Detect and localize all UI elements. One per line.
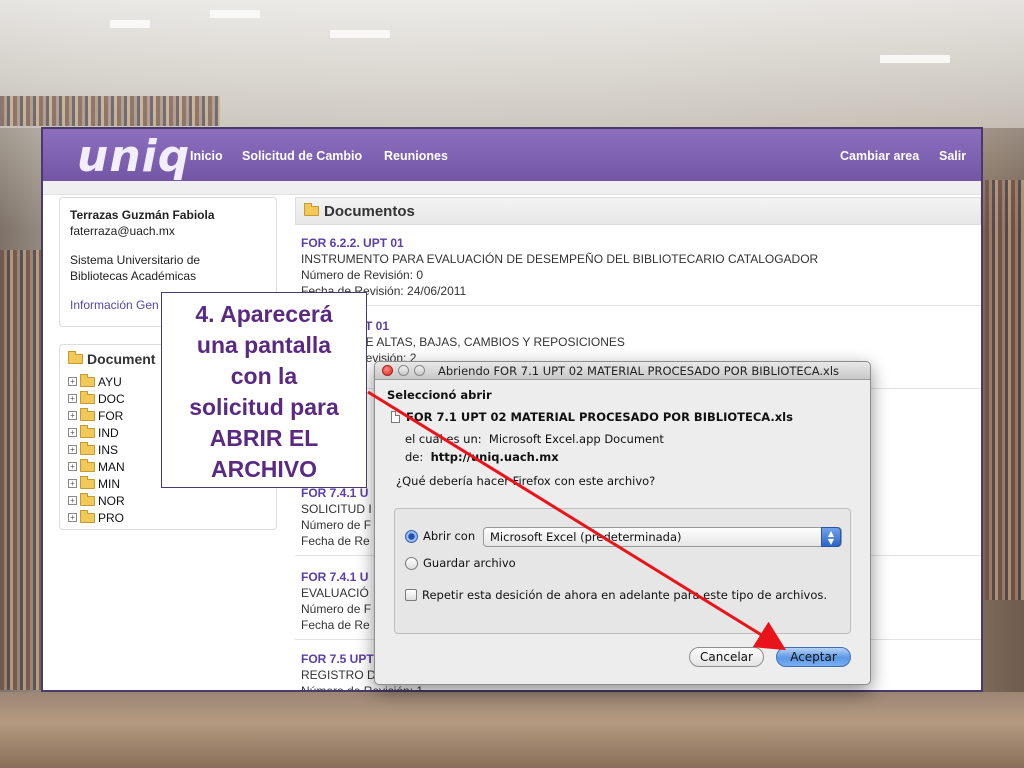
user-organization: Sistema Universitario de Bibliotecas Aca… [70, 252, 266, 284]
user-email: faterraza@uach.mx [70, 224, 175, 238]
folder-icon [80, 407, 95, 421]
folder-icon [80, 509, 95, 523]
action-options: Abrir con Microsoft Excel (predeterminad… [394, 508, 851, 634]
save-file-option[interactable]: Guardar archivo [405, 556, 516, 570]
document-code[interactable]: FOR 6.2.2. UPT 01 [301, 235, 981, 251]
tree-item-label: MIN [98, 476, 120, 491]
file-type-label: el cual es un: [405, 432, 482, 446]
user-name: Terrazas Guzmán Fabiola [70, 208, 215, 222]
expand-icon[interactable]: + [68, 411, 77, 420]
bookshelf [0, 250, 41, 690]
minimize-window-icon[interactable] [398, 365, 409, 376]
save-file-radio[interactable] [405, 556, 418, 570]
expand-icon[interactable]: + [68, 479, 77, 488]
tree-item-label: MAN [98, 459, 125, 474]
tree-item-label: IND [98, 425, 119, 440]
tree-title: Document [87, 351, 156, 367]
document-code[interactable]: PT 01 [301, 318, 981, 334]
expand-icon[interactable]: + [68, 462, 77, 471]
uniq-logo[interactable]: uniq [77, 131, 190, 182]
expand-icon[interactable]: + [68, 513, 77, 522]
accept-button[interactable]: Aceptar [776, 647, 851, 667]
folder-icon [80, 373, 95, 387]
file-icon [391, 411, 400, 423]
tree-item-label: INS [98, 442, 119, 457]
file-row: FOR 7.1 UPT 02 MATERIAL PROCESADO POR BI… [387, 410, 858, 424]
dialog-title: Abriendo FOR 7.1 UPT 02 MATERIAL PROCESA… [438, 363, 840, 378]
folder-search-icon [68, 351, 83, 364]
nav-inicio[interactable]: Inicio [190, 149, 223, 163]
ceiling-light [330, 30, 390, 38]
folder-icon [80, 475, 95, 489]
sub-toolbar [43, 181, 981, 195]
nav-solicitud-de-cambio[interactable]: Solicitud de Cambio [242, 149, 362, 163]
folder-icon [80, 441, 95, 455]
repeat-checkbox[interactable] [405, 589, 417, 601]
application-select[interactable]: Microsoft Excel (predeterminada) ▲ ▼ [483, 527, 842, 547]
cancel-button[interactable]: Cancelar [689, 647, 764, 667]
tree-item-nor[interactable]: + NOR [68, 492, 268, 509]
bookshelf [985, 180, 1024, 600]
instruction-callout: 4. Aparecerá una pantalla con la solicit… [161, 292, 367, 488]
folder-icon [80, 492, 95, 506]
tree-item-label: NOR [98, 493, 125, 508]
save-file-label: Guardar archivo [423, 556, 516, 570]
open-file-dialog: Abriendo FOR 7.1 UPT 02 MATERIAL PROCESA… [374, 361, 871, 685]
ceiling-light [880, 55, 950, 63]
expand-icon[interactable]: + [68, 445, 77, 454]
background-floor [0, 692, 1024, 768]
expand-icon[interactable]: + [68, 428, 77, 437]
close-window-icon[interactable] [382, 365, 393, 376]
nav-reuniones[interactable]: Reuniones [384, 149, 448, 163]
top-navbar: uniq Inicio Solicitud de Cambio Reunione… [43, 129, 981, 182]
file-type-value: Microsoft Excel.app Document [488, 432, 664, 446]
divider [295, 305, 981, 306]
dialog-body: Seleccionó abrir FOR 7.1 UPT 02 MATERIAL… [375, 380, 870, 494]
folder-icon [80, 390, 95, 404]
document-name: INSTRUMENTO PARA EVALUACIÓN DE DESEMPEÑO… [301, 252, 819, 266]
ceiling-light [110, 20, 150, 28]
expand-icon[interactable]: + [68, 496, 77, 505]
dialog-question: ¿Qué debería hacer Firefox con este arch… [396, 474, 656, 488]
tree-item-label: AYU [98, 374, 122, 389]
document-item[interactable]: PT 01 DE ALTAS, BAJAS, CAMBIOS Y REPOSIC… [301, 318, 981, 366]
document-name: DE ALTAS, BAJAS, CAMBIOS Y REPOSICIONES [357, 335, 625, 349]
folder-icon [80, 424, 95, 438]
repeat-option[interactable]: Repetir esta desición de ahora en adelan… [405, 588, 827, 602]
tree-item-label: PRO [98, 510, 125, 525]
expand-icon[interactable]: + [68, 377, 77, 386]
ceiling-light [210, 10, 260, 18]
file-meta: el cual es un: Microsoft Excel.app Docum… [387, 430, 858, 466]
bookshelf [0, 96, 220, 126]
selected-open-label: Seleccionó abrir [387, 388, 492, 402]
open-with-option[interactable]: Abrir con [405, 529, 475, 543]
application-select-value: Microsoft Excel (predeterminada) [490, 530, 682, 544]
folder-icon [80, 458, 95, 472]
open-with-label: Abrir con [423, 529, 476, 543]
document-date: Fecha de Revisión: 24/06/2011 [301, 284, 467, 298]
repeat-label: Repetir esta desición de ahora en adelan… [422, 588, 828, 602]
nav-cambiar-area[interactable]: Cambiar area [840, 149, 919, 163]
document-revision: Número de Revisión: 0 [301, 268, 424, 282]
tree-item-pro[interactable]: + PRO [68, 509, 268, 526]
dialog-titlebar[interactable]: Abriendo FOR 7.1 UPT 02 MATERIAL PROCESA… [375, 362, 870, 380]
file-source-value: http://uniq.uach.mx [430, 450, 559, 464]
file-name: FOR 7.1 UPT 02 MATERIAL PROCESADO POR BI… [406, 410, 793, 424]
folder-icon [304, 203, 319, 216]
org-line: Sistema Universitario de [70, 253, 201, 267]
select-stepper-icon[interactable]: ▲ ▼ [821, 527, 841, 547]
expand-icon[interactable]: + [68, 394, 77, 403]
documents-header: Documentos [295, 197, 981, 225]
zoom-window-icon[interactable] [414, 365, 425, 376]
file-source-label: de: [405, 450, 424, 464]
nav-salir[interactable]: Salir [939, 149, 966, 163]
org-line: Bibliotecas Académicas [70, 269, 197, 283]
tree-item-label: FOR [98, 408, 124, 423]
tree-item-label: DOC [98, 391, 125, 406]
open-with-radio[interactable] [405, 529, 418, 543]
document-item[interactable]: FOR 6.2.2. UPT 01 INSTRUMENTO PARA EVALU… [301, 235, 981, 299]
documents-title: Documentos [324, 202, 415, 220]
